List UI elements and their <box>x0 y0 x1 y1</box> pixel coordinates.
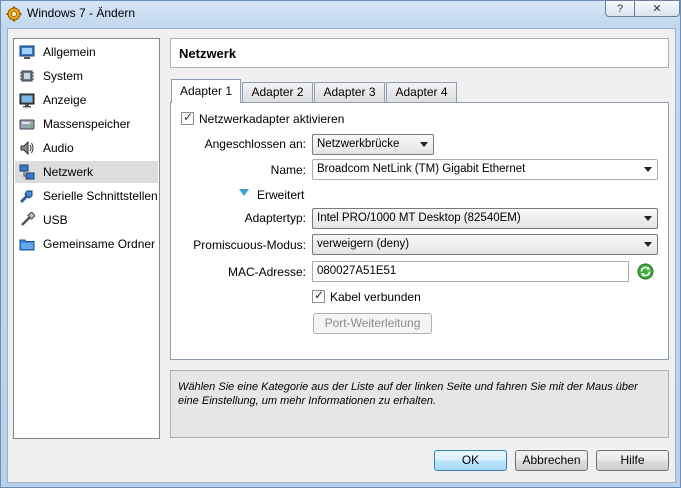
gear-icon <box>6 6 22 22</box>
promiscuous-mode-value: verweigern (deny) <box>317 238 410 250</box>
storage-icon <box>19 119 35 130</box>
promiscuous-mode-label: Promiscuous-Modus: <box>193 238 306 252</box>
adapter-name-value: Broadcom NetLink (TM) Gigabit Ethernet <box>317 163 526 175</box>
sidebar-item-label: Gemeinsame Ordner <box>43 237 156 251</box>
enable-adapter-label: Netzwerkadapter aktivieren <box>199 112 345 126</box>
network-icon <box>19 164 35 180</box>
mac-address-input[interactable]: 080027A51E51 <box>312 261 629 282</box>
cable-connected-label: Kabel verbunden <box>330 290 421 304</box>
general-icon <box>19 45 35 59</box>
expander-triangle-icon[interactable] <box>239 189 249 196</box>
adapter-type-label: Adaptertyp: <box>244 211 306 225</box>
audio-icon <box>20 140 34 156</box>
sidebar-item-general[interactable]: Allgemein <box>15 41 158 63</box>
help-button[interactable]: Hilfe <box>596 450 669 471</box>
sidebar-item-shared-folders[interactable]: Gemeinsame Ordner <box>15 233 158 255</box>
page-title: Netzwerk <box>170 38 669 68</box>
name-label: Name: <box>270 163 306 177</box>
window-title: Windows 7 - Ändern <box>27 6 136 20</box>
title-bar[interactable]: Windows 7 - Ändern ? ✕ <box>1 0 680 27</box>
cable-connected-checkbox[interactable] <box>312 288 325 303</box>
attached-to-select[interactable]: Netzwerkbrücke <box>312 134 434 155</box>
refresh-mac-icon[interactable] <box>637 263 654 280</box>
sidebar-item-label: Anzeige <box>43 93 87 107</box>
attached-to-value: Netzwerkbrücke <box>317 138 400 150</box>
ok-button[interactable]: OK <box>434 450 507 471</box>
adapter-type-select[interactable]: Intel PRO/1000 MT Desktop (82540EM) <box>312 208 658 229</box>
sidebar-item-network[interactable]: Netzwerk <box>15 161 158 183</box>
usb-icon <box>21 212 35 226</box>
enable-adapter-checkbox[interactable] <box>181 110 194 125</box>
tab-adapter-4[interactable]: Adapter 4 <box>386 82 457 102</box>
sidebar-item-usb[interactable]: USB <box>15 209 158 231</box>
shared-folder-icon <box>19 239 35 251</box>
system-icon <box>20 70 34 82</box>
info-description: Wählen Sie eine Kategorie aus der Liste … <box>170 370 669 438</box>
display-icon <box>19 93 35 108</box>
tab-adapter-3[interactable]: Adapter 3 <box>314 82 385 102</box>
cancel-button[interactable]: Abbrechen <box>515 450 588 471</box>
sidebar-item-system[interactable]: System <box>15 65 158 87</box>
sidebar-item-label: USB <box>43 213 68 227</box>
sidebar-item-label: Serielle Schnittstellen <box>43 189 158 203</box>
adapter-type-value: Intel PRO/1000 MT Desktop (82540EM) <box>317 212 521 224</box>
settings-window: Windows 7 - Ändern ? ✕ Allgemein System … <box>0 0 681 488</box>
dialog-client-area: Allgemein System Anzeige Massenspeicher … <box>7 28 676 483</box>
tab-adapter-1[interactable]: Adapter 1 <box>171 79 241 103</box>
sidebar-item-display[interactable]: Anzeige <box>15 89 158 111</box>
promiscuous-mode-select[interactable]: verweigern (deny) <box>312 234 658 255</box>
title-help-button[interactable]: ? <box>605 0 635 17</box>
sidebar-item-storage[interactable]: Massenspeicher <box>15 113 158 135</box>
adapter-name-select[interactable]: Broadcom NetLink (TM) Gigabit Ethernet <box>312 159 658 180</box>
attached-to-label: Angeschlossen an: <box>204 137 306 151</box>
sidebar-item-label: Netzwerk <box>43 165 94 179</box>
chevron-down-icon <box>420 142 428 147</box>
serial-port-icon <box>19 190 33 204</box>
title-close-button[interactable]: ✕ <box>634 0 680 17</box>
close-icon: ✕ <box>652 3 662 15</box>
sidebar-item-label: Audio <box>43 141 74 155</box>
help-icon: ? <box>616 2 624 15</box>
port-forwarding-button[interactable]: Port-Weiterleitung <box>313 313 432 334</box>
sidebar-item-audio[interactable]: Audio <box>15 137 158 159</box>
tab-adapter-2[interactable]: Adapter 2 <box>242 82 313 102</box>
sidebar-item-label: Allgemein <box>43 45 96 59</box>
sidebar-item-label: System <box>43 69 84 83</box>
mac-address-label: MAC-Adresse: <box>227 265 306 279</box>
advanced-expander-label[interactable]: Erweitert <box>257 188 304 202</box>
chevron-down-icon <box>644 242 652 247</box>
sidebar-item-label: Massenspeicher <box>43 117 131 131</box>
chevron-down-icon <box>644 216 652 221</box>
category-list[interactable]: Allgemein System Anzeige Massenspeicher … <box>13 38 160 439</box>
chevron-down-icon <box>644 167 652 172</box>
sidebar-item-serial-ports[interactable]: Serielle Schnittstellen <box>15 185 158 207</box>
